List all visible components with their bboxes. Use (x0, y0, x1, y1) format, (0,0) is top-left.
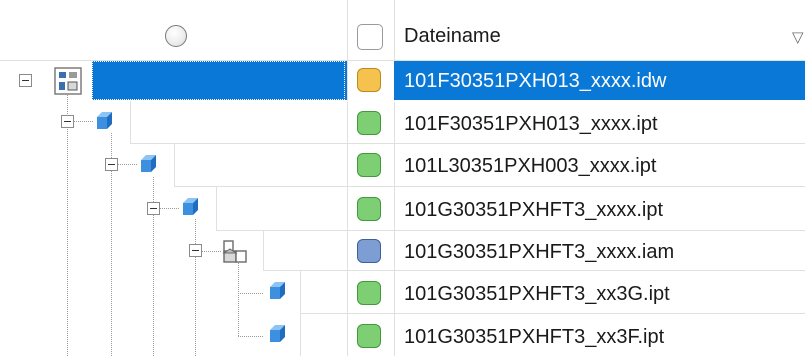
drawing-icon (54, 67, 82, 95)
part-icon (141, 155, 156, 172)
list-item-filename[interactable]: 101F30351PXH013_xxxx.idw (404, 69, 666, 93)
collapse-toggle[interactable] (147, 202, 160, 215)
status-green-icon (357, 197, 381, 221)
part-icon (97, 112, 112, 129)
collapse-toggle[interactable] (189, 244, 202, 257)
collapse-toggle[interactable] (19, 74, 32, 87)
focus-rectangle (92, 61, 345, 100)
column-header-label: Dateiname (404, 25, 501, 47)
status-green-icon (357, 281, 381, 305)
list-item-filename[interactable]: 101G30351PXHFT3_xx3G.ipt (404, 282, 670, 306)
list-item-filename[interactable]: 101G30351PXHFT3_xx3F.ipt (404, 325, 664, 349)
circle-icon (165, 25, 187, 47)
collapse-toggle[interactable] (105, 158, 118, 171)
list-item-filename[interactable]: 101F30351PXH013_xxxx.ipt (404, 112, 658, 136)
list-item-filename[interactable]: 101G30351PXHFT3_xxxx.iam (404, 240, 674, 264)
filename-column-header[interactable]: Dateiname ▽ (395, 0, 805, 60)
status-green-icon (357, 324, 381, 348)
select-all-checkbox[interactable] (357, 24, 383, 50)
status-green-icon (357, 153, 381, 177)
part-icon (270, 325, 285, 342)
part-icon (183, 198, 198, 215)
status-green-icon (357, 111, 381, 135)
status-blue-icon (357, 239, 381, 263)
list-item-filename[interactable]: 101L30351PXH003_xxxx.ipt (404, 154, 656, 178)
part-icon (270, 282, 285, 299)
collapse-toggle[interactable] (61, 115, 74, 128)
assembly-icon (222, 240, 247, 263)
filter-icon[interactable]: ▽ (792, 30, 804, 45)
list-item-filename[interactable]: 101G30351PXHFT3_xxxx.ipt (404, 198, 663, 222)
file-tree-grid: Dateiname ▽ 101F30351PXH013_xxxx.idw 101… (0, 0, 805, 356)
status-column-header[interactable] (0, 0, 347, 60)
checkbox-column-header[interactable] (348, 0, 394, 60)
status-yellow-icon (357, 68, 381, 92)
